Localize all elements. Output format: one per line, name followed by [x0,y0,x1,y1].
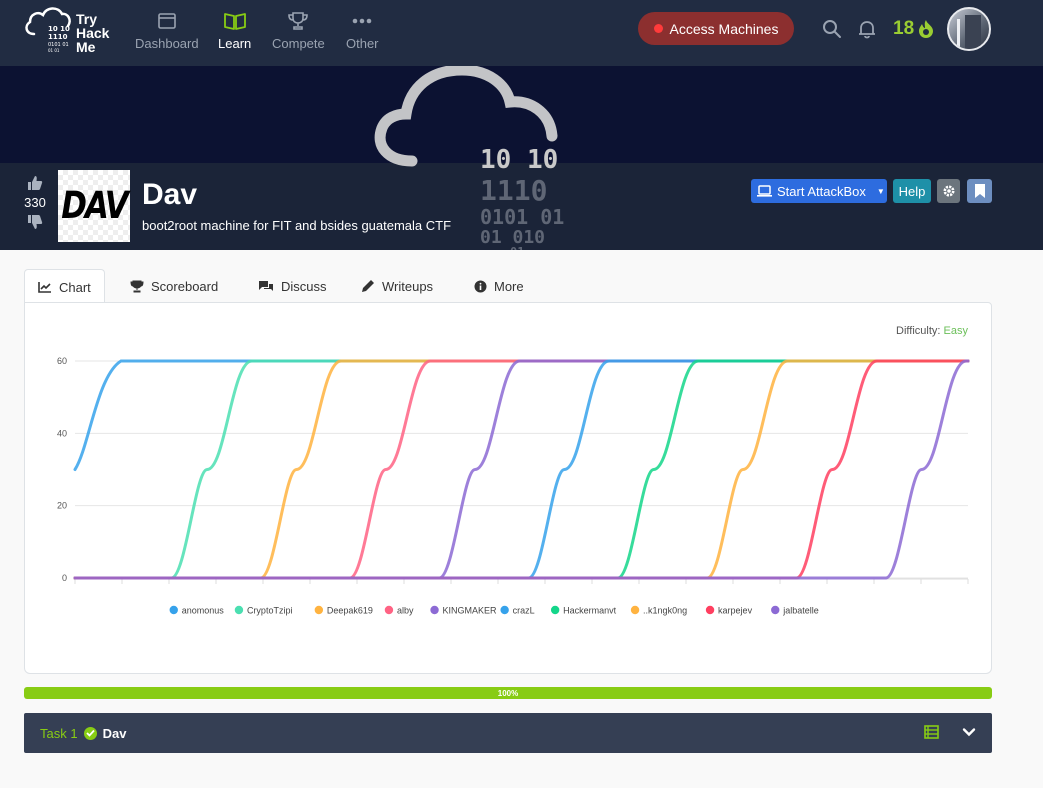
y-tick-label: 60 [57,356,67,366]
tab-discuss[interactable]: Discuss [245,269,340,303]
tab-writeups-label: Writeups [382,278,434,294]
legend-marker [705,605,715,615]
legend-label: alby [397,606,414,616]
tab-chart[interactable]: Chart [24,269,105,304]
tab-writeups[interactable]: Writeups [348,269,446,303]
legend-label: Deepak619 [327,606,373,616]
legend-marker [771,605,780,615]
tab-more-label: More [494,278,524,294]
settings-button[interactable] [937,179,960,203]
top-navbar: 10 10 1110 0101 01 01 01 Try Hack Me Das… [0,0,1043,66]
svg-text:1110: 1110 [48,33,68,41]
vote-count: 330 [24,195,46,210]
thumbs-down-icon[interactable] [27,214,43,230]
svg-text:01 01: 01 01 [48,48,60,53]
legend-marker [169,605,178,615]
bookmark-button[interactable] [967,179,992,203]
status-dot [653,24,663,33]
legend-label: jalbatelle [782,606,819,616]
logo-wordmark: Try Hack Me [76,11,110,55]
streak-counter[interactable]: 18 [893,18,935,40]
tab-discuss-label: Discuss [281,278,327,294]
legend-marker [314,605,324,615]
task-number: Task 1 [40,725,78,741]
room-progress-bar: 100% [24,687,992,699]
legend-label: anomonus [182,606,225,616]
chart-panel: Difficulty: Easy 0 20 40 60 anomonus CryptoTz… [24,302,992,674]
pen-icon [362,280,374,292]
nav-learn-label: Learn [218,36,252,51]
legend-marker [500,605,509,615]
legend-marker [550,605,560,615]
task-files-icon[interactable] [924,725,939,739]
legend-marker [630,605,640,615]
tab-chart-label: Chart [59,279,91,295]
streak-value: 18 [893,18,915,39]
legend-marker [234,605,244,615]
legend-marker [430,605,439,615]
nav-other[interactable]: Other [346,10,379,51]
tab-scoreboard[interactable]: Scoreboard [117,269,231,303]
chart-icon [38,282,51,293]
start-attackbox-button[interactable]: Start AttackBox ▼ [751,179,887,203]
y-tick-label: 40 [57,428,67,438]
nav-compete-label: Compete [272,36,325,51]
legend-label: crazL [513,606,535,616]
legend-label: KINGMAKER [443,606,498,616]
user-avatar[interactable] [947,7,991,51]
progress-chart: 0 20 40 60 anomonus CryptoTzipi Deepak619 alby K… [57,356,970,616]
room-title: Dav [142,178,198,211]
task-item[interactable]: Task 1 Dav [24,713,992,753]
legend-label: CryptoTzipi [247,606,293,616]
progress-label: 100% [497,688,519,698]
more-dots-icon [352,10,372,32]
access-machines-button[interactable]: Access Machines [638,12,794,45]
tab-scoreboard-label: Scoreboard [151,278,219,294]
legend-marker [384,605,394,615]
check-circle-icon [83,726,97,740]
y-tick-label: 20 [57,501,67,511]
chevron-down-icon[interactable] [962,725,976,739]
flame-icon [919,20,934,38]
avatar-image [957,15,981,49]
access-machines-label: Access Machines [669,20,779,37]
thumbs-up-icon[interactable] [27,175,43,191]
gear-icon [943,185,954,197]
trophy-icon [288,10,309,32]
bell-icon[interactable] [857,19,877,39]
room-description: boot2root machine for FIT and bsides gua… [142,218,452,233]
start-attackbox-label: Start AttackBox [777,183,866,199]
trophy-icon [130,280,144,292]
chevron-down-icon[interactable]: ▼ [877,187,885,196]
nav-compete[interactable]: Compete [272,10,325,51]
room-logo: DAV [58,170,130,242]
laptop-icon [757,185,772,197]
y-tick-label: 0 [62,573,67,583]
legend-label: ..k1ngk0ng [643,606,687,616]
dashboard-icon [157,10,176,32]
comments-icon [259,280,273,291]
series-line [73,359,970,471]
info-icon [474,280,487,292]
nav-dashboard-label: Dashboard [135,36,199,51]
room-logo-text: DAV [61,184,129,228]
vote-widget: 330 [20,175,50,230]
room-tabs: Chart Scoreboard Discuss Writeups More [24,269,991,304]
legend-label: Hackermanvt [563,606,617,616]
search-icon[interactable] [822,19,842,39]
bookmark-icon [974,184,985,198]
help-button[interactable]: Help [893,179,931,203]
room-banner [0,66,1043,163]
legend-label: karpejev [718,606,753,616]
nav-other-label: Other [346,36,379,51]
book-icon [223,10,247,32]
svg-text:10 10: 10 10 [48,25,70,33]
task-name: Dav [102,725,127,741]
nav-learn[interactable]: Learn [218,10,251,51]
tab-more[interactable]: More [461,269,537,303]
nav-dashboard[interactable]: Dashboard [135,10,199,51]
